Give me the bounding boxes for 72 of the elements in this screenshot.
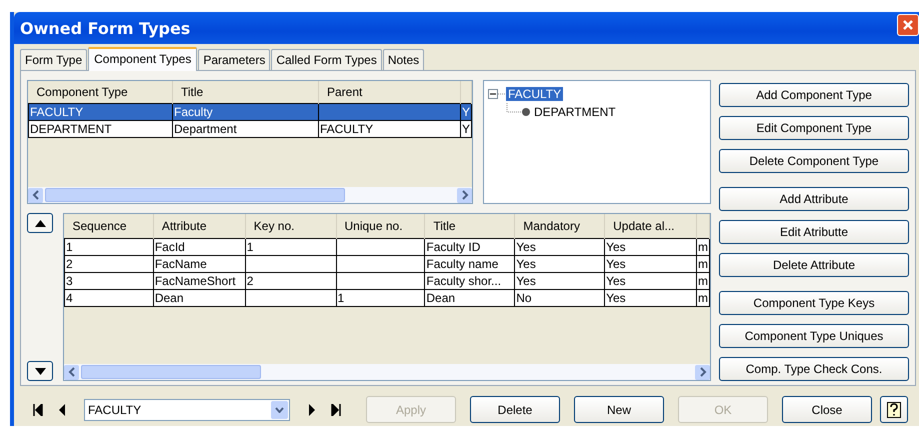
last-record-icon[interactable] (331, 404, 341, 416)
action-button[interactable]: Add Component Type (719, 83, 909, 107)
table-cell: FacNameShort (153, 272, 246, 290)
table-cell: Faculty name (424, 256, 515, 272)
column-header[interactable]: Component Type (28, 81, 172, 104)
table-cell: 1 (336, 290, 425, 306)
table-row[interactable]: FACULTY Faculty Y (28, 104, 472, 120)
footer-button[interactable]: New (574, 396, 664, 423)
tree-item[interactable]: DEPARTMENT (532, 105, 618, 119)
next-record-icon[interactable] (308, 404, 316, 416)
scrollbar[interactable] (28, 187, 472, 203)
column-header[interactable]: Key no. (245, 214, 336, 238)
table-cell: Dean (424, 290, 515, 306)
column-header[interactable]: Title (424, 214, 515, 238)
column-header[interactable]: Attribute (153, 214, 246, 238)
table-cell: 1 (64, 238, 154, 256)
table-cell: 2 (245, 272, 336, 290)
action-button[interactable]: Component Type Uniques (719, 324, 909, 348)
column-header[interactable]: Unique no. (336, 214, 425, 238)
table-cell: Yes (604, 256, 696, 272)
close-icon (902, 19, 914, 31)
table-cell: 4 (64, 290, 154, 306)
move-up-button[interactable] (27, 213, 53, 233)
tab[interactable]: Component Types (88, 47, 198, 71)
table-cell: No (514, 290, 605, 306)
action-button[interactable]: Edit Atributte (719, 220, 909, 244)
column-header[interactable]: Title (172, 81, 318, 104)
footer-button[interactable]: Delete (470, 396, 560, 423)
help-icon (887, 402, 901, 418)
tab[interactable]: Form Type (20, 49, 88, 70)
scrollbar[interactable] (64, 364, 710, 380)
column-header[interactable]: Mandatory (514, 214, 605, 238)
tab[interactable]: Parameters (198, 49, 270, 70)
help-button[interactable] (880, 396, 908, 423)
table-cell: 1 (245, 238, 336, 256)
table-cell: Faculty ID (424, 238, 515, 256)
table-cell: m (696, 238, 710, 256)
table-cell: Dean (153, 290, 246, 306)
move-down-button[interactable] (27, 361, 53, 381)
action-button[interactable]: Edit Component Type (719, 116, 909, 140)
action-button[interactable]: Component Type Keys (719, 291, 909, 315)
table-cell: Yes (514, 256, 605, 272)
record-dropdown[interactable]: FACULTY (84, 398, 290, 420)
table-cell: Yes (604, 272, 696, 290)
table-cell: 3 (64, 272, 154, 290)
column-header[interactable]: Update al... (604, 214, 696, 238)
tab[interactable]: Notes (382, 49, 424, 70)
tree-item[interactable]: FACULTY (506, 87, 564, 101)
table-cell: FacId (153, 238, 246, 256)
table-cell: FacName (153, 256, 246, 272)
collapse-icon[interactable] (488, 89, 506, 99)
column-header[interactable]: Sequence (64, 214, 154, 238)
tab[interactable]: Called Form Types (271, 49, 382, 70)
previous-record-icon[interactable] (58, 404, 66, 416)
table-cell: Yes (604, 290, 696, 306)
footer-button[interactable]: Close (782, 396, 872, 423)
window-title: Owned Form Types (20, 18, 190, 38)
table-cell: Yes (514, 272, 605, 290)
table-cell: Yes (604, 238, 696, 256)
up-triangle-icon (34, 220, 46, 226)
column-header[interactable]: Parent (318, 81, 460, 104)
action-button[interactable]: Add Attribute (719, 187, 909, 211)
first-record-icon[interactable] (33, 404, 43, 416)
action-button[interactable]: Delete Attribute (719, 253, 909, 277)
table-row[interactable]: DEPARTMENT Department FACULTY Y (28, 120, 472, 138)
action-button[interactable]: Delete Component Type (719, 149, 909, 173)
table-cell: 2 (64, 256, 154, 272)
table-cell: Yes (514, 238, 605, 256)
action-button[interactable]: Comp. Type Check Cons. (719, 357, 909, 381)
table-cell: Faculty shor... (424, 272, 515, 290)
down-triangle-icon (34, 368, 46, 374)
close-button[interactable] (897, 14, 919, 36)
